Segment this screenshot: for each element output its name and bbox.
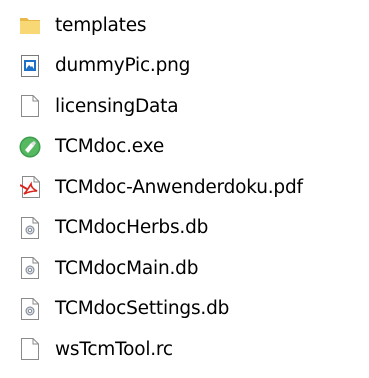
blank-file-icon — [19, 94, 41, 118]
db-file-icon — [19, 256, 41, 280]
file-row-dummypic[interactable]: dummyPic.png — [0, 46, 369, 87]
file-row-pdf[interactable]: TCMdoc-Anwenderdoku.pdf — [0, 167, 369, 208]
db-file-icon — [19, 216, 41, 240]
file-row-licensingdata[interactable]: licensingData — [0, 86, 369, 127]
file-name: TCMdocSettings.db — [55, 298, 230, 320]
file-name: wsTcmTool.rc — [55, 338, 173, 360]
file-name: TCMdoc.exe — [55, 136, 165, 158]
file-row-templates[interactable]: templates — [0, 5, 369, 46]
pdf-file-icon — [19, 175, 41, 199]
file-name: licensingData — [55, 95, 179, 117]
file-row-wstcmtool-rc[interactable]: wsTcmTool.rc — [0, 329, 369, 370]
db-file-icon — [19, 297, 41, 321]
file-name: TCMdocHerbs.db — [55, 217, 209, 239]
file-list: templates dummyPic.png licensingData TCM… — [0, 5, 369, 370]
folder-icon — [19, 13, 41, 37]
file-name: templates — [55, 14, 147, 36]
file-name: TCMdocMain.db — [55, 257, 199, 279]
file-name: dummyPic.png — [55, 55, 191, 77]
exe-app-icon — [19, 135, 41, 159]
blank-file-icon — [19, 337, 41, 361]
file-row-settings-db[interactable]: TCMdocSettings.db — [0, 289, 369, 330]
file-row-main-db[interactable]: TCMdocMain.db — [0, 248, 369, 289]
file-row-tcmdoc-exe[interactable]: TCMdoc.exe — [0, 127, 369, 168]
file-row-herbs-db[interactable]: TCMdocHerbs.db — [0, 208, 369, 249]
file-name: TCMdoc-Anwenderdoku.pdf — [55, 176, 303, 198]
image-file-icon — [19, 54, 41, 78]
